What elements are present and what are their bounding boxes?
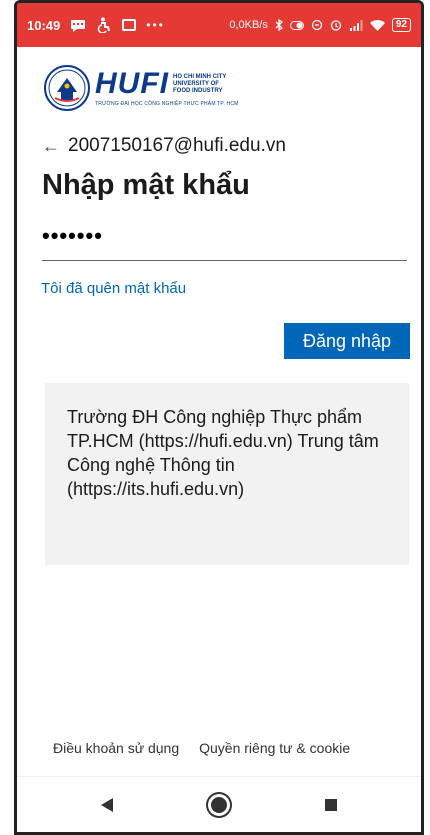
accessibility-icon xyxy=(96,17,112,33)
account-email: 2007150167@hufi.edu.vn xyxy=(68,135,286,156)
forgot-password-link[interactable]: Tôi đã quên mật khẩu xyxy=(41,280,186,297)
wifi-icon xyxy=(369,19,385,31)
device-frame: 10:49 ••• 0,0KB/s 92 HUFI HO CHI MINH CI… xyxy=(14,0,424,835)
info-box: Trường ĐH Công nghiệp Thực phẩm TP.HCM (… xyxy=(45,383,409,565)
account-identity[interactable]: ← 2007150167@hufi.edu.vn xyxy=(42,135,286,157)
status-left: 10:49 ••• xyxy=(27,17,165,33)
status-right: 0,0KB/s 92 xyxy=(229,18,411,32)
toggle-icon xyxy=(289,20,304,30)
logo-name: HUFI xyxy=(95,67,169,100)
signin-page: HUFI HO CHI MINH CITY UNIVERSITY OF FOOD… xyxy=(17,47,421,797)
hufi-logo: HUFI HO CHI MINH CITY UNIVERSITY OF FOOD… xyxy=(43,63,243,113)
hufi-emblem-icon xyxy=(44,65,90,111)
signin-button[interactable]: Đăng nhập xyxy=(284,323,410,359)
signal-icon xyxy=(349,19,363,31)
bluetooth-icon xyxy=(275,19,283,31)
left-arrow-icon[interactable]: ← xyxy=(42,136,60,157)
logo-text: HUFI HO CHI MINH CITY UNIVERSITY OF FOOD… xyxy=(95,67,239,108)
footer: Điều khoản sử dụng Quyền riêng tư & cook… xyxy=(53,740,350,756)
info-text: Trường ĐH Công nghiệp Thực phẩm TP.HCM (… xyxy=(67,407,379,499)
privacy-link[interactable]: Quyền riêng tư & cookie xyxy=(199,740,350,756)
back-icon xyxy=(101,797,113,812)
logo-tagline: TRƯỜNG ĐẠI HỌC CÔNG NGHIỆP THỰC PHẨM TP.… xyxy=(95,101,239,107)
logo-subtitle-line: FOOD INDUSTRY xyxy=(173,87,223,94)
password-input[interactable] xyxy=(42,217,407,261)
more-dots-icon: ••• xyxy=(146,18,165,32)
network-speed: 0,0KB/s xyxy=(229,19,268,31)
battery-icon: 92 xyxy=(391,18,411,32)
back-button[interactable] xyxy=(93,791,121,819)
alarm-icon xyxy=(330,19,342,31)
navigation-bar xyxy=(17,776,421,832)
home-icon xyxy=(211,796,227,813)
data-saver-icon xyxy=(311,19,323,31)
recents-icon xyxy=(325,798,337,811)
recents-button[interactable] xyxy=(317,791,345,819)
terms-link[interactable]: Điều khoản sử dụng xyxy=(53,740,179,756)
status-time: 10:49 xyxy=(27,17,61,33)
box-icon xyxy=(122,19,137,31)
message-icon xyxy=(70,19,86,32)
home-button[interactable] xyxy=(205,791,233,819)
logo-subtitle-line: HO CHI MINH CITY xyxy=(173,73,227,80)
page-title: Nhập mật khẩu xyxy=(42,169,250,201)
status-bar: 10:49 ••• 0,0KB/s 92 xyxy=(17,3,421,47)
logo-subtitle-line: UNIVERSITY OF xyxy=(173,80,219,87)
logo-subtitle: HO CHI MINH CITY UNIVERSITY OF FOOD INDU… xyxy=(173,74,226,95)
